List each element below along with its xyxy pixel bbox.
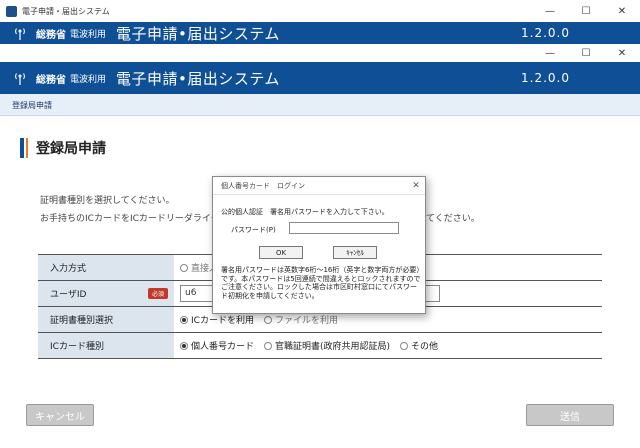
- ic-type-row: ICカード種別 個人番号カード 官職証明書(政府共用認証局) その他: [38, 333, 602, 359]
- close-icon[interactable]: ✕: [407, 177, 425, 195]
- page-title: 登録局申請: [36, 141, 106, 157]
- dialog-message: 公的個人認証 署名用パスワードを入力して下さい。: [221, 208, 389, 216]
- back-window-title: 電子申請・届出システム: [22, 6, 110, 16]
- version-label: 1.2.0.0: [521, 71, 570, 85]
- govt-cert-radio[interactable]: 官職証明書(政府共用認証局): [264, 339, 390, 352]
- password-note: 署名用パスワードは英数字6桁～16桁（英字と数字両方が必要）です。本パスワードは…: [221, 266, 421, 300]
- ic-card-radio[interactable]: ICカードを利用: [180, 313, 254, 326]
- minimize-icon[interactable]: —: [532, 44, 568, 62]
- instruction-text-2: お手持ちのICカードをICカードリーダライタ: [40, 214, 220, 224]
- password-label: パスワード(P): [231, 226, 276, 234]
- heading-accent-bar: [20, 138, 24, 158]
- radio-selected-icon: [180, 341, 188, 350]
- system-name: 電子申請•届出システム: [116, 69, 280, 88]
- usage-label: 電波利用: [70, 74, 107, 85]
- heading-accent-bar-orange: [26, 138, 28, 158]
- radio-selected-icon: [180, 315, 188, 324]
- antenna-icon: [15, 73, 25, 85]
- back-banner: 総務省 電波利用 電子申請•届出システム 1.2.0.0: [0, 22, 640, 44]
- dialog-titlebar: 個人番号カード ログイン ✕: [213, 177, 425, 195]
- file-label: ファイルを利用: [274, 316, 338, 326]
- maximize-icon[interactable]: ☐: [568, 44, 604, 62]
- ic-card-label: ICカードを利用: [191, 316, 254, 326]
- radio-icon: [263, 315, 272, 324]
- input-method-label: 入力方式: [38, 255, 174, 280]
- ok-button[interactable]: OK: [259, 246, 303, 259]
- cancel-button[interactable]: キャンセル: [26, 404, 94, 426]
- app-icon: [6, 5, 17, 17]
- maximize-icon[interactable]: ☐: [568, 0, 604, 22]
- user-id-label-cell: ユーザID 必須: [38, 281, 174, 306]
- back-system-name: 電子申請•届出システム: [116, 24, 280, 43]
- main-banner: 総務省 電波利用 電子申請•届出システム 1.2.0.0: [0, 62, 640, 94]
- user-id-label: ユーザID: [50, 290, 87, 300]
- instruction-text-1: 証明書種別を選択してください。: [40, 196, 175, 206]
- back-usage: 電波利用: [70, 29, 107, 40]
- govt-cert-label: 官職証明書(政府共用認証局): [275, 342, 391, 352]
- radio-icon: [400, 341, 409, 350]
- required-badge: 必須: [147, 288, 168, 299]
- radio-icon: [264, 341, 273, 350]
- cert-type-label: 証明書種別選択: [38, 307, 174, 332]
- close-icon[interactable]: ✕: [604, 0, 640, 22]
- other-radio[interactable]: その他: [400, 339, 438, 352]
- breadcrumb[interactable]: 登録局申請: [0, 94, 640, 116]
- login-dialog: 個人番号カード ログイン ✕ 公的個人認証 署名用パスワードを入力して下さい。 …: [212, 176, 426, 314]
- other-label: その他: [411, 342, 439, 352]
- password-input[interactable]: [289, 222, 399, 234]
- personal-number-label: 個人番号カード: [191, 342, 255, 352]
- send-button[interactable]: 送信: [526, 404, 614, 426]
- antenna-icon: [15, 28, 25, 40]
- back-window: 電子申請・届出システム — ☐ ✕ 総務省 電波利用 電子申請•届出システム 1…: [0, 0, 640, 44]
- front-titlebar: — ☐ ✕: [0, 44, 640, 62]
- close-icon[interactable]: ✕: [604, 44, 640, 62]
- instruction-text-2-tail: てください。: [426, 214, 480, 224]
- file-radio[interactable]: ファイルを利用: [263, 313, 338, 326]
- back-ministry: 総務省: [36, 29, 66, 41]
- dialog-title: 個人番号カード ログイン: [221, 181, 305, 190]
- personal-number-radio[interactable]: 個人番号カード: [180, 339, 254, 352]
- radio-icon: [180, 263, 188, 272]
- ministry-label: 総務省: [36, 74, 66, 86]
- dialog-cancel-button[interactable]: ｷｬﾝｾﾙ: [333, 246, 377, 259]
- back-titlebar: 電子申請・届出システム — ☐ ✕: [0, 0, 640, 22]
- back-version: 1.2.0.0: [521, 26, 570, 40]
- page-heading: 登録局申請: [20, 138, 106, 158]
- ic-type-label: ICカード種別: [38, 333, 174, 358]
- minimize-icon[interactable]: —: [532, 0, 568, 22]
